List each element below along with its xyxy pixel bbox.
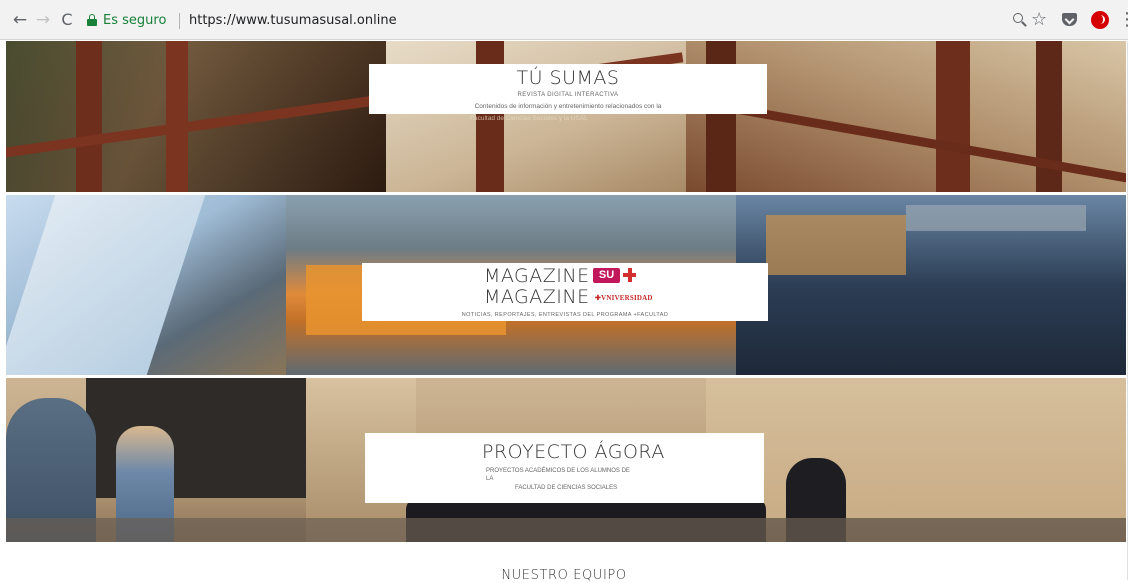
browser-toolbar: ← → C Es seguro https://www.tusumasusal.…: [0, 0, 1128, 40]
ground-shadow: [6, 518, 1126, 542]
menu-icon[interactable]: ⋮: [1118, 9, 1128, 30]
tu-sumas-title: TÚ SUMAS: [516, 67, 620, 89]
tu-sumas-description: Contenidos de información y entretenimie…: [474, 103, 662, 110]
reload-button[interactable]: C: [57, 10, 77, 30]
magazine-card[interactable]: MAGAZINE SU MAGAZINE ✚VNIVERSIDAD NOTICI…: [362, 263, 768, 321]
secure-label: Es seguro: [103, 13, 167, 28]
agora-title: PROYECTO ÁGORA: [482, 441, 665, 463]
magazine-title-line1: MAGAZINE: [484, 265, 590, 287]
brick-wall: [706, 378, 1126, 518]
back-button[interactable]: ←: [10, 10, 30, 30]
rail-post: [76, 41, 102, 192]
universidad-logo: ✚VNIVERSIDAD: [595, 294, 653, 302]
agora-line3: FACULTAD DE CIENCIAS SOCIALES: [515, 485, 618, 491]
proyecto-agora-card[interactable]: PROYECTO ÁGORA PROYECTOS ACADÉMICOS DE L…: [365, 433, 764, 503]
window-foliage-image: [6, 41, 386, 192]
extension-icon[interactable]: [1091, 11, 1109, 29]
rail-post: [166, 41, 188, 192]
stair-flight: [906, 205, 1086, 231]
zoom-icon[interactable]: [1012, 12, 1028, 28]
window-glow: [766, 215, 906, 275]
tu-sumas-card[interactable]: TÚ SUMAS REVISTA DIGITAL INTERACTIVA Con…: [369, 64, 767, 114]
magazine-title-line2: MAGAZINE: [484, 286, 590, 308]
tu-sumas-subtitle: REVISTA DIGITAL INTERACTIVA: [517, 92, 619, 98]
address-bar[interactable]: Es seguro https://www.tusumasusal.online: [83, 11, 1046, 31]
pocket-icon[interactable]: [1062, 13, 1077, 26]
magazine-subtitle: NOTICIAS, REPORTAJES, ENTREVISTAS DEL PR…: [461, 312, 669, 318]
su-logo-text: SU: [593, 268, 620, 283]
team-heading: NUESTRO EQUIPO: [501, 568, 627, 583]
agora-line1: PROYECTOS ACADÉMICOS DE LOS ALUMNOS DE: [486, 468, 630, 474]
forward-button[interactable]: →: [33, 10, 53, 30]
star-icon[interactable]: ☆: [1031, 9, 1047, 30]
lock-icon: [87, 14, 97, 26]
url-text[interactable]: https://www.tusumasusal.online: [189, 13, 397, 28]
address-separator: [179, 13, 180, 29]
agora-line2: LA: [486, 476, 494, 482]
su-plus-logo: SU: [593, 268, 640, 283]
tu-sumas-description-overflow: Facultad de Ciencias Sociales y la USAL: [470, 115, 588, 122]
rail-post: [936, 41, 970, 192]
